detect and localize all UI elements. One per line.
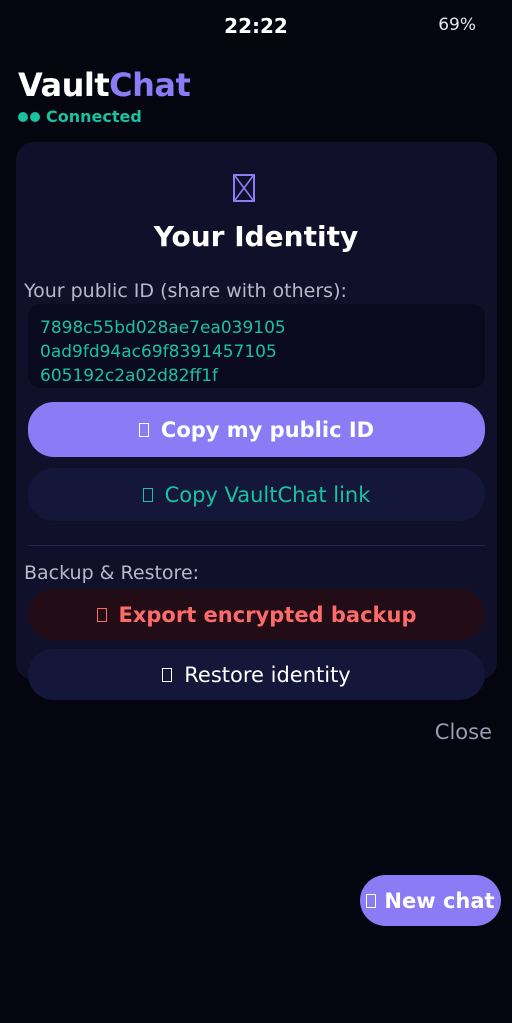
copy-public-id-button[interactable]: Copy my public ID [28, 402, 485, 457]
section-divider [28, 545, 485, 546]
export-backup-button[interactable]: Export encrypted backup [28, 589, 485, 640]
restore-identity-button[interactable]: Restore identity [28, 649, 485, 700]
export-backup-label: Export encrypted backup [118, 602, 417, 627]
restore-identity-label: Restore identity [184, 662, 351, 687]
public-id-value: 7898c55bd028ae7ea039105 0ad9fd94ac69f839… [28, 304, 485, 388]
status-dots-icon [18, 111, 40, 122]
connection-status-label: Connected [46, 107, 142, 126]
battery-level: 69% [438, 15, 476, 35]
copy-public-id-label: Copy my public ID [160, 417, 375, 442]
new-chat-label: New chat [384, 888, 495, 913]
connection-status: Connected [18, 107, 142, 126]
status-time: 22:22 [224, 14, 288, 38]
copy-icon [138, 422, 149, 437]
restore-icon [162, 667, 173, 682]
new-chat-button[interactable]: New chat [360, 875, 501, 926]
missing-glyph-icon [233, 174, 255, 202]
copy-link-label: Copy VaultChat link [164, 482, 371, 507]
panel-title: Your Identity [153, 220, 359, 253]
brand-vault: Vault [18, 66, 110, 104]
backup-restore-label: Backup & Restore: [24, 562, 200, 584]
app-logo: VaultChat [18, 66, 191, 104]
public-id-line: 605192c2a02d82ff1f [40, 366, 219, 386]
export-icon [96, 607, 107, 622]
new-chat-icon [366, 893, 377, 908]
link-icon [142, 487, 153, 502]
brand-chat: Chat [109, 66, 191, 104]
app-screen: 22:22 69% VaultChat Connected Your Ident… [0, 0, 512, 1023]
public-id-line: 0ad9fd94ac69f8391457105 [40, 342, 277, 362]
copy-link-button[interactable]: Copy VaultChat link [28, 468, 485, 521]
close-button[interactable]: Close [435, 720, 492, 744]
public-id-line: 7898c55bd028ae7ea039105 [40, 318, 286, 338]
public-id-label: Your public ID (share with others): [24, 280, 347, 302]
